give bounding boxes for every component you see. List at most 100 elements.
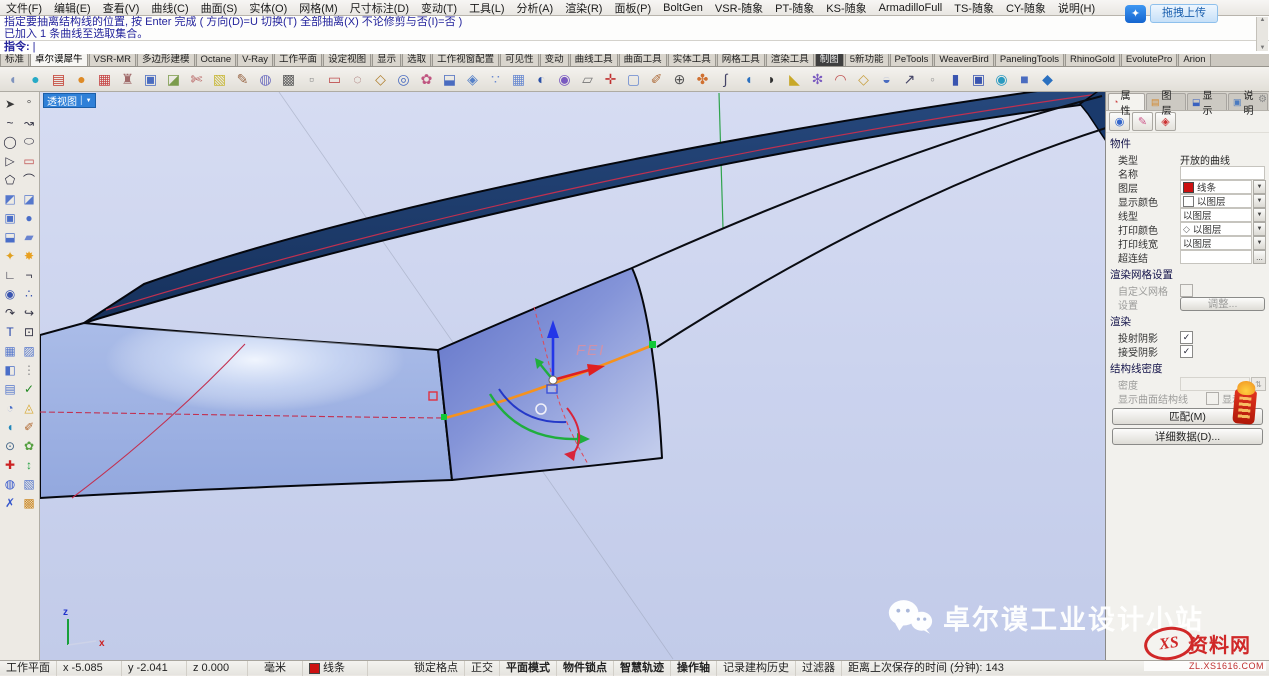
dropdown-arrow-button[interactable]: ▼ [1253,180,1266,194]
side-toolbar-icon[interactable]: ▣ [1,208,20,227]
side-toolbar-icon[interactable]: ◖ [1,417,20,436]
cast-shadows-checkbox[interactable]: ✓ [1180,331,1193,344]
ribbon-tab[interactable]: 选取 [402,53,431,66]
ribbon-tab[interactable]: 制图 [815,53,844,66]
side-toolbar-icon[interactable]: ◯ [1,132,20,151]
side-toolbar-icon[interactable]: ⊙ [1,436,20,455]
side-toolbar-icon[interactable]: ▰ [20,227,39,246]
toolbar-icon[interactable]: ◍ [255,69,276,90]
ribbon-tab[interactable]: Octane [196,53,237,66]
toolbar-icon[interactable]: ✐ [646,69,667,90]
side-toolbar-icon[interactable]: ✐ [20,417,39,436]
ribbon-tab[interactable]: 实体工具 [668,53,716,66]
adjust-mesh-button[interactable]: 调整... [1180,297,1265,311]
receive-shadows-checkbox[interactable]: ✓ [1180,345,1193,358]
side-toolbar-icon[interactable]: T [1,322,20,341]
viewport-canvas[interactable]: 透视图 | ▼ [40,92,1105,660]
toolbar-icon[interactable]: ◉ [991,69,1012,90]
viewport-3d-scene[interactable]: FEI z x [40,92,1105,660]
cplane-button[interactable]: 工作平面 [0,661,57,676]
toolbar-icon[interactable]: ▱ [577,69,598,90]
toolbar-icon[interactable]: ⬓ [439,69,460,90]
ribbon-tab[interactable]: 显示 [372,53,401,66]
toolbar-icon[interactable]: ◦ [922,69,943,90]
ribbon-tab[interactable]: 卓尔谟犀牛 [30,53,88,66]
menu-item[interactable]: VSR-随象 [709,0,769,16]
status-toggle[interactable]: 记录建构历史 [717,661,796,676]
menu-item[interactable]: CY-随象 [1000,0,1052,16]
units-button[interactable]: 毫米 [248,661,303,676]
status-toggle[interactable]: 平面模式 [500,661,557,676]
side-toolbar-icon[interactable]: ◧ [1,360,20,379]
side-toolbar-icon[interactable]: ▤ [1,379,20,398]
ribbon-tab[interactable]: VSR-MR [89,53,136,66]
side-toolbar-icon[interactable]: ◩ [1,189,20,208]
density-input[interactable] [1180,377,1250,391]
ribbon-tab[interactable]: 工作视窗配置 [432,53,499,66]
toolbar-icon[interactable]: ∵ [485,69,506,90]
current-layer-button[interactable]: 线条 [303,661,368,676]
side-toolbar-icon[interactable]: ↕ [20,455,39,474]
toolbar-icon[interactable]: ⊕ [669,69,690,90]
side-toolbar-icon[interactable]: ▦ [1,341,20,360]
status-toggle[interactable]: 锁定格点 [408,661,465,676]
toolbar-icon[interactable]: ● [71,69,92,90]
menu-item[interactable]: 变动(T) [415,0,463,16]
menu-item[interactable]: 实体(O) [243,0,293,16]
side-toolbar-icon[interactable]: ° [20,94,39,113]
scroll-down-icon[interactable]: ▼ [1260,45,1266,51]
menu-item[interactable]: 说明(H) [1052,0,1101,16]
ribbon-tab[interactable]: EvolutePro [1121,53,1177,66]
menu-item[interactable]: 文件(F) [0,0,48,16]
ribbon-tab[interactable]: PeTools [890,53,934,66]
ribbon-tab[interactable]: 渲染工具 [766,53,814,66]
menu-item[interactable]: ArmadilloFull [873,2,949,14]
side-toolbar-icon[interactable]: ✸ [20,246,39,265]
menu-item[interactable]: 工具(L) [463,0,510,16]
dropdown-arrow-button[interactable]: ▼ [1253,208,1266,222]
side-toolbar-icon[interactable]: ⬓ [1,227,20,246]
toolbar-icon[interactable]: ◠ [830,69,851,90]
custom-mesh-checkbox[interactable] [1180,284,1193,297]
panel-tab-layers[interactable]: ▤ 图层 [1146,93,1186,110]
toolbar-icon[interactable]: ▣ [968,69,989,90]
ribbon-tab[interactable]: 网格工具 [717,53,765,66]
ribbon-tab[interactable]: V-Ray [237,53,273,66]
print-width-select[interactable]: 以图层 [1180,236,1252,250]
ribbon-tab[interactable]: 多边形建模 [137,53,195,66]
toolbar-icon[interactable]: ◗ [761,69,782,90]
menu-item[interactable]: BoltGen [657,2,709,14]
toolbar-icon[interactable]: ◐ [531,69,552,90]
isocurve-end-grip[interactable] [649,341,656,348]
ribbon-tab[interactable]: Arion [1178,53,1210,66]
toolbar-icon[interactable]: ✤ [692,69,713,90]
panel-gear-icon[interactable]: ⚙ [1258,94,1267,105]
side-toolbar-icon[interactable]: ⬠ [1,170,20,189]
toolbar-icon[interactable]: ✄ [186,69,207,90]
side-toolbar-icon[interactable]: ∟ [1,265,20,284]
side-toolbar-icon[interactable]: ◬ [20,398,39,417]
toolbar-icon[interactable]: ▭ [324,69,345,90]
panel-tab-display[interactable]: ⬓ 显示 [1187,93,1227,110]
side-toolbar-icon[interactable]: ◉ [1,284,20,303]
layer-select[interactable]: 线条 [1180,180,1252,194]
toolbar-icon[interactable]: ✛ [600,69,621,90]
side-toolbar-icon[interactable]: ✗ [1,493,20,512]
menu-item[interactable]: KS-随象 [820,0,872,16]
side-toolbar-icon[interactable]: ● [20,208,39,227]
scroll-up-icon[interactable]: ▲ [1260,17,1266,23]
menu-item[interactable]: 网格(M) [293,0,344,16]
toolbar-icon[interactable]: ◪ [163,69,184,90]
density-spinner[interactable]: ⇅ [1251,377,1266,391]
ribbon-tab[interactable]: 标准 [0,53,29,66]
toolbar-icon[interactable]: ◖ [738,69,759,90]
toolbar-icon[interactable]: ◇ [370,69,391,90]
ribbon-tab[interactable]: 曲面工具 [619,53,667,66]
toolbar-icon[interactable]: ▩ [278,69,299,90]
status-toggle[interactable]: 智慧轨迹 [614,661,671,676]
toolbar-icon[interactable]: ◎ [393,69,414,90]
menu-item[interactable]: TS-随象 [948,0,1000,16]
show-isocurves-checkbox[interactable] [1206,392,1219,405]
menu-item[interactable]: 编辑(E) [48,0,97,16]
browse-button[interactable]: ... [1253,250,1266,264]
